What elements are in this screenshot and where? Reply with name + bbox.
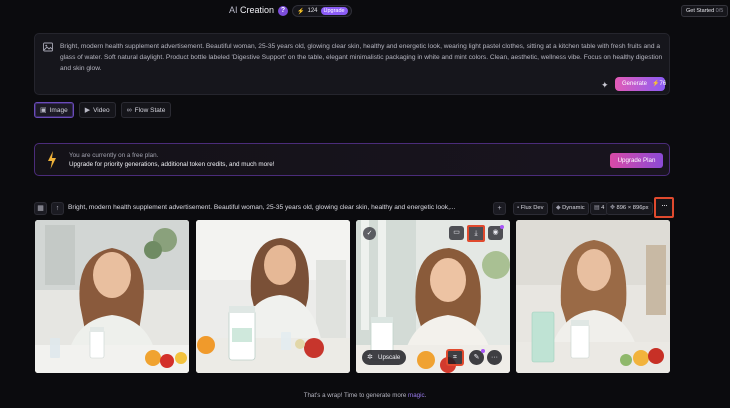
magic-link[interactable]: magic: [408, 392, 425, 399]
generated-image-3[interactable]: ✓ ▭ ⤓ ◉ ✲ Upscale ⌗ ✎ ···: [356, 220, 510, 373]
upscale-icon: ✲: [367, 354, 373, 361]
edit-badge: [481, 349, 485, 353]
generated-image-1[interactable]: [35, 220, 189, 373]
generate-button[interactable]: Generate ⚡76: [615, 77, 667, 91]
images-icon: ▤: [594, 205, 600, 211]
crop-icon[interactable]: ⌗: [446, 349, 464, 366]
prompt-text[interactable]: Bright, modern health supplement adverti…: [60, 41, 668, 74]
more-options-button[interactable]: ···: [654, 197, 674, 218]
header-upgrade-button[interactable]: Upgrade: [320, 7, 348, 15]
generated-image-2[interactable]: [196, 220, 350, 373]
image-2-art: [196, 220, 350, 373]
edit-icon[interactable]: ✎: [469, 349, 485, 365]
tab-image[interactable]: ▣ Image: [34, 102, 74, 118]
size-chip: ✥ 896 × 896px: [606, 202, 653, 215]
generated-image-4[interactable]: [516, 220, 670, 373]
folder-icon[interactable]: ▭: [449, 226, 464, 240]
infinity-icon: ∞: [126, 106, 132, 114]
tab-flow-state[interactable]: ∞ Flow State: [120, 102, 172, 118]
image-gallery: ✓ ▭ ⤓ ◉ ✲ Upscale ⌗ ✎ ···: [35, 220, 671, 373]
arrow-up-icon[interactable]: ↑: [51, 202, 64, 215]
top-header: AI Creation ? ⚡ 124 Upgrade Get Started …: [0, 4, 730, 18]
image-1-art: [35, 220, 189, 373]
notification-dot: [500, 225, 504, 229]
plus-icon[interactable]: +: [493, 202, 506, 215]
get-started-button[interactable]: Get Started 0/5: [681, 5, 729, 17]
generation-header: ▦ ↑ Bright, modern health supplement adv…: [34, 197, 674, 218]
generate-cost: ⚡76: [652, 81, 667, 87]
tab-video[interactable]: ▶ Video: [78, 102, 116, 118]
credits-count: 124: [307, 8, 318, 14]
free-plan-banner: You are currently on a free plan. Upgrad…: [34, 143, 670, 176]
style-chip: ◆ Dynamic: [552, 202, 589, 215]
more-icon[interactable]: ···: [487, 350, 502, 365]
dimensions-icon: ✥: [610, 205, 615, 211]
style-icon: ◆: [556, 205, 561, 211]
download-icon[interactable]: ⤓: [467, 225, 485, 242]
credits-pill[interactable]: ⚡ 124 Upgrade: [292, 5, 352, 17]
upgrade-plan-button[interactable]: Upgrade Plan: [610, 153, 663, 168]
get-started-progress: 0/5: [715, 8, 724, 14]
select-all-icon[interactable]: ▦: [34, 202, 47, 215]
app-title: AI Creation: [229, 5, 275, 15]
image-icon: ▣: [40, 107, 47, 114]
model-chip: ▪ Flux Dev: [513, 202, 548, 215]
lightning-icon: [48, 151, 56, 169]
generation-prompt: Bright, modern health supplement adverti…: [68, 204, 456, 211]
mode-tabs: ▣ Image ▶ Video ∞ Flow State: [34, 102, 172, 118]
banner-line-2: Upgrade for priority generations, additi…: [69, 161, 275, 168]
token-icon: ⚡: [297, 8, 305, 15]
image-4-art: [516, 220, 670, 373]
video-icon: ▶: [84, 107, 91, 114]
banner-line-1: You are currently on a free plan.: [69, 152, 159, 159]
select-check-icon[interactable]: ✓: [363, 227, 376, 240]
upscale-button[interactable]: ✲ Upscale: [362, 350, 407, 365]
enhance-prompt-icon[interactable]: ✦: [601, 80, 611, 90]
help-icon[interactable]: ?: [278, 6, 288, 16]
footer-message: That's a wrap! Time to generate more mag…: [303, 392, 427, 399]
prompt-input-box[interactable]: Bright, modern health supplement adverti…: [34, 33, 670, 95]
image-upload-icon[interactable]: [43, 42, 53, 52]
eye-icon[interactable]: ◉: [488, 225, 504, 240]
model-icon: ▪: [517, 205, 520, 211]
